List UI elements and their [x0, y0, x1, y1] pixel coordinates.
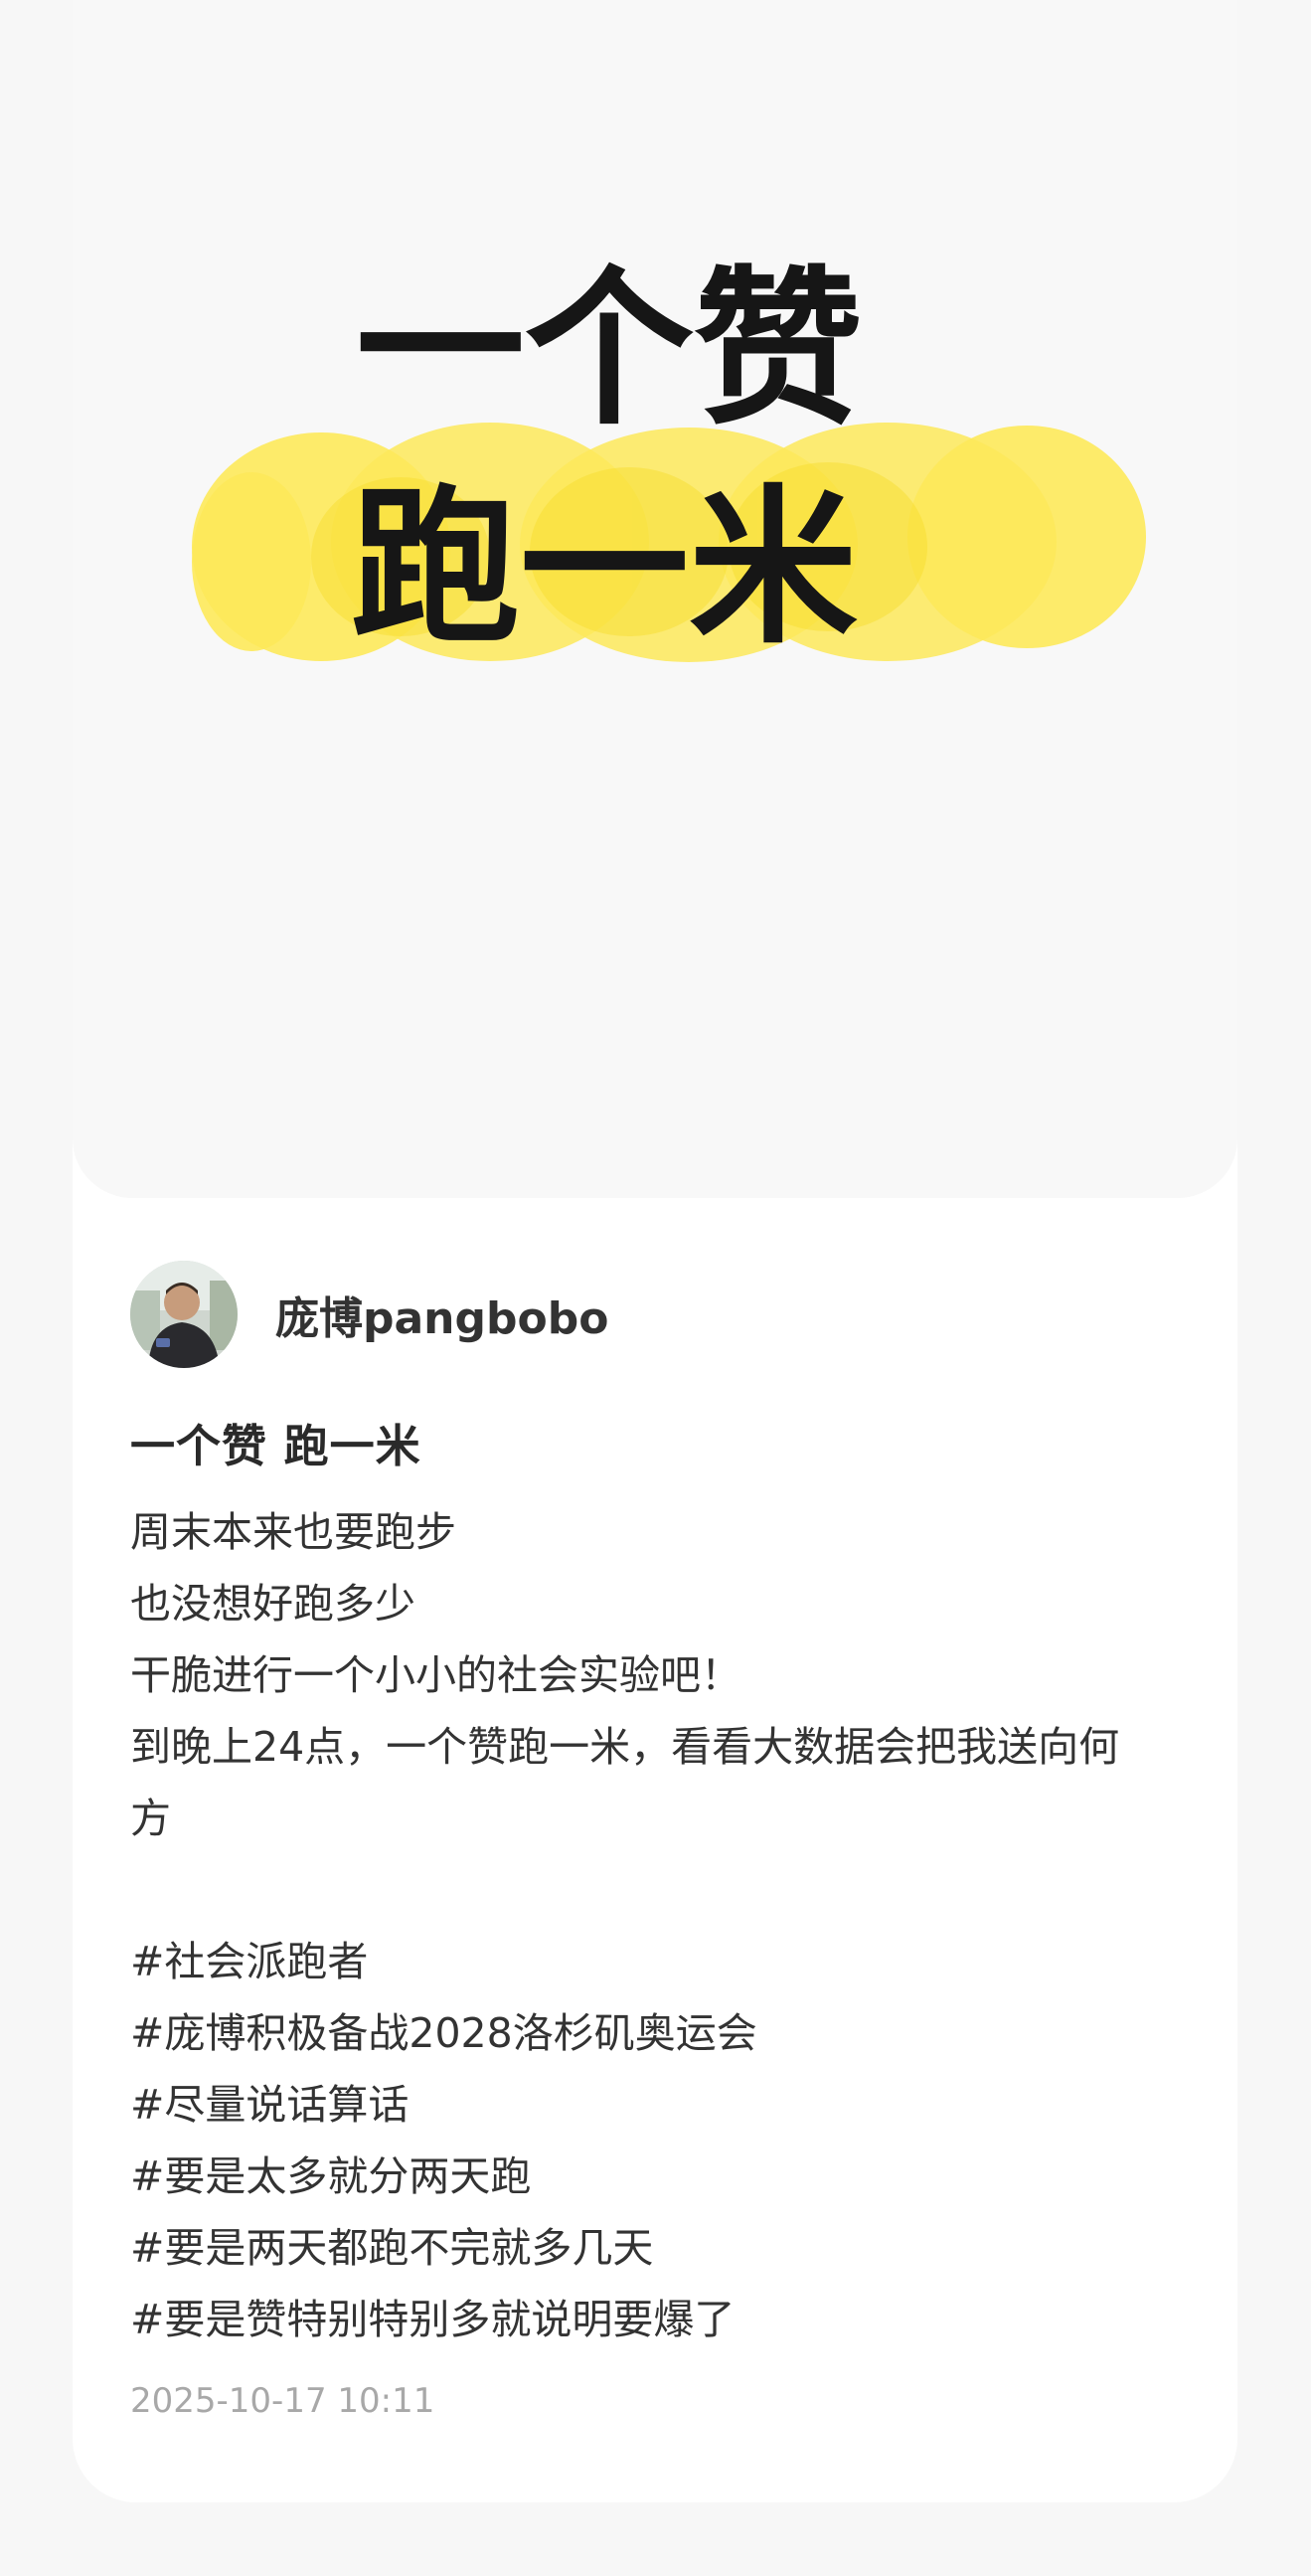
post-date: 2025-10-17 10:11: [130, 2381, 435, 2421]
hashtag-link[interactable]: #社会派跑者: [130, 1926, 1184, 1997]
post-title: 一个赞 跑一米: [130, 1420, 421, 1472]
hashtag-link[interactable]: #要是两天都跑不完就多几天: [130, 2212, 1184, 2284]
body-line: 周末本来也要跑步: [130, 1508, 456, 1556]
hashtag-link[interactable]: #尽量说话算话: [130, 2069, 1184, 2141]
author-row[interactable]: 庞博pangbobo: [130, 1260, 608, 1369]
post-card: 一个赞 跑一米 庞博pangbobo 一个赞 跑一米 周末本来也要跑步 也没想好…: [73, 0, 1237, 2502]
cover-line-1: 一个赞: [356, 252, 863, 448]
hashtag-link[interactable]: #要是太多就分两天跑: [130, 2141, 1184, 2212]
body-line: 也没想好跑多少: [130, 1580, 415, 1628]
hashtag-link[interactable]: #庞博积极备战2028洛杉矶奥运会: [130, 1997, 1184, 2069]
cover-image[interactable]: 一个赞 跑一米: [73, 0, 1237, 1198]
body-line: 干脆进行一个小小的社会实验吧！: [130, 1651, 741, 1699]
post-body: 周末本来也要跑步 也没想好跑多少 干脆进行一个小小的社会实验吧！ 到晚上24点，…: [130, 1496, 1184, 2355]
cover-line-2: 跑一米: [351, 470, 858, 667]
body-line: 到晚上24点，一个赞跑一米，看看大数据会把我送向何: [130, 1723, 1120, 1771]
author-name[interactable]: 庞博pangbobo: [275, 1283, 608, 1346]
body-line: 方: [130, 1795, 171, 1842]
avatar-photo-icon: [130, 1261, 238, 1368]
avatar[interactable]: [130, 1261, 238, 1368]
hashtag-link[interactable]: #要是赞特别特别多就说明要爆了: [130, 2284, 1184, 2355]
cover-artwork: 一个赞 跑一米: [192, 252, 1146, 667]
